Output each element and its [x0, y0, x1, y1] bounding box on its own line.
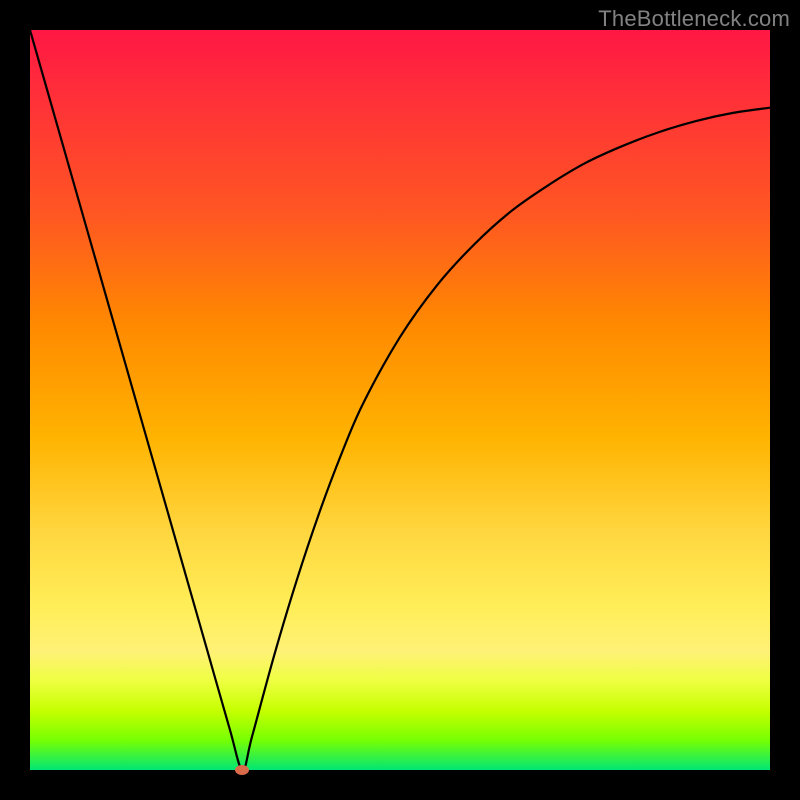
watermark-text: TheBottleneck.com [598, 6, 790, 32]
minimum-marker [235, 765, 249, 775]
plot-area [30, 30, 770, 770]
chart-container: TheBottleneck.com [0, 0, 800, 800]
bottleneck-curve [30, 30, 770, 770]
